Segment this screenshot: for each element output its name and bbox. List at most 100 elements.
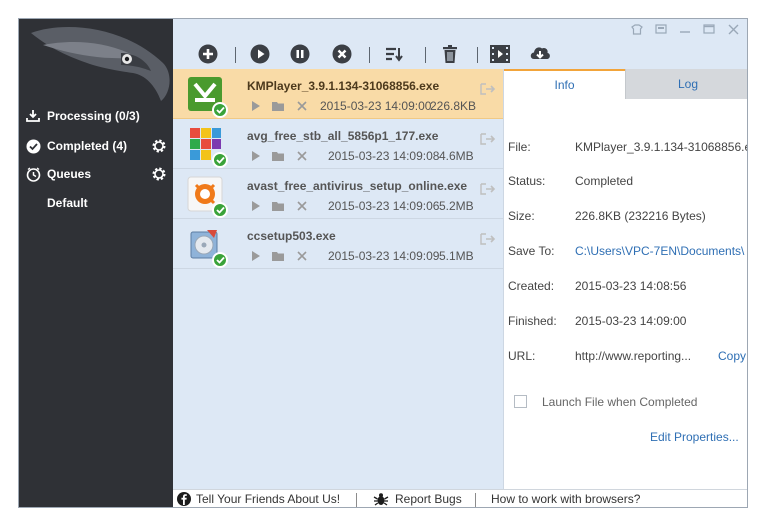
open-folder-icon[interactable] [271,100,285,112]
cloud-download-button[interactable] [529,43,551,65]
size-value: 226.8KB (232216 Bytes) [575,209,706,223]
status-bar: Tell Your Friends About Us! Report Bugs … [173,489,747,507]
skin-icon[interactable] [627,21,647,37]
open-folder-icon[interactable] [271,200,285,212]
file-size: 5.2MB [439,199,474,213]
toolbar-divider [369,47,370,63]
download-list: KMPlayer_3.9.1.134-31068856.exe 2015-03-… [173,69,503,489]
play-file-icon[interactable] [249,200,263,212]
add-download-button[interactable] [197,43,219,65]
remove-icon[interactable] [295,100,309,112]
sidebar-item-label: Completed (4) [47,139,128,153]
tab-info[interactable]: Info [504,69,625,99]
completed-check-icon [212,152,228,168]
statusbar-divider [475,493,476,507]
remove-icon[interactable] [295,250,309,262]
file-size: 226.8KB [430,99,477,113]
media-button[interactable] [489,43,511,65]
main-area: KMPlayer_3.9.1.134-31068856.exe 2015-03-… [173,19,747,507]
file-size: 4.6MB [439,149,474,163]
details-panel: Info Log File: KMPlayer_3.9.1.134-310688… [503,69,747,489]
open-file-icon[interactable] [480,183,496,195]
copy-url-link[interactable]: Copy [718,349,746,363]
delete-button[interactable] [439,43,461,65]
remove-icon[interactable] [295,150,309,162]
launch-file-label: Launch File when Completed [542,395,698,409]
open-file-icon[interactable] [480,83,496,95]
tell-friends-label: Tell Your Friends About Us! [196,492,341,506]
sidebar: Processing (0/3) Completed (4) Queues De… [19,19,173,507]
tell-friends-link[interactable]: Tell Your Friends About Us! [177,492,340,506]
file-date: 2015-03-23 14:09:08 [328,149,440,163]
sidebar-item-default-queue[interactable]: Default [47,192,88,214]
status-label: Status: [508,174,546,188]
download-row[interactable]: ccsetup503.exe 2015-03-23 14:09:09 5.1MB [173,219,503,269]
file-name: ccsetup503.exe [247,229,336,243]
delete-icon [443,45,457,63]
edit-properties-link[interactable]: Edit Properties... [650,430,739,444]
open-file-icon[interactable] [480,133,496,145]
download-row[interactable]: KMPlayer_3.9.1.134-31068856.exe 2015-03-… [173,69,503,119]
file-value: KMPlayer_3.9.1.134-31068856.exe [575,140,747,154]
sidebar-item-processing[interactable]: Processing (0/3) [25,105,140,127]
file-name: KMPlayer_3.9.1.134-31068856.exe [247,79,440,93]
download-row[interactable]: avast_free_antivirus_setup_online.exe 20… [173,169,503,219]
sidebar-item-completed[interactable]: Completed (4) [25,135,127,157]
browsers-help-link[interactable]: How to work with browsers? [491,492,640,506]
browsers-help-label: How to work with browsers? [491,492,641,506]
url-label: URL: [508,349,536,363]
play-file-icon[interactable] [249,250,263,262]
save-to-link[interactable]: C:\Users\VPC-7EN\Documents\ [575,244,747,258]
file-size: 5.1MB [439,249,474,263]
minimize-icon[interactable] [675,21,695,37]
sidebar-item-label: Queues [47,167,92,181]
stop-button[interactable] [331,43,353,65]
file-date: 2015-03-23 14:09:09 [328,249,440,263]
play-file-icon[interactable] [249,100,263,112]
url-value: http://www.reporting... [575,349,692,363]
add-icon [198,44,218,64]
bug-icon [373,493,389,506]
save-to-label: Save To: [508,244,555,258]
file-label: File: [508,140,531,154]
toolbar-divider [425,47,426,63]
created-label: Created: [508,279,555,293]
open-file-icon[interactable] [480,233,496,245]
completed-settings-gear-icon[interactable] [151,138,167,154]
report-bugs-link[interactable]: Report Bugs [373,492,462,506]
toolbar-divider [235,47,236,63]
start-button[interactable] [249,43,271,65]
sort-button[interactable] [383,43,405,65]
stop-icon [332,44,352,64]
sidebar-item-queues[interactable]: Queues [25,163,91,185]
file-name: avast_free_antivirus_setup_online.exe [247,179,468,193]
maximize-icon[interactable] [699,21,719,37]
open-folder-icon[interactable] [271,250,285,262]
close-icon[interactable] [723,21,743,37]
sort-icon [386,47,403,62]
eagle-logo [31,26,170,101]
open-folder-icon[interactable] [271,150,285,162]
file-name: avg_free_stb_all_5856p1_177.exe [247,129,439,143]
clock-icon [25,166,41,182]
play-file-icon[interactable] [249,150,263,162]
statusbar-divider [356,493,357,507]
remove-icon[interactable] [295,200,309,212]
launch-file-checkbox[interactable] [514,395,527,408]
download-tray-icon [25,108,41,124]
sidebar-item-label: Processing (0/3) [47,109,140,123]
tab-log[interactable]: Log [625,69,747,99]
created-value: 2015-03-23 14:08:56 [575,279,687,293]
completed-check-icon [212,102,228,118]
compact-icon[interactable] [651,21,671,37]
app-window: Processing (0/3) Completed (4) Queues De… [18,18,748,508]
finished-value: 2015-03-23 14:09:00 [575,314,687,328]
check-circle-icon [25,138,41,154]
download-row[interactable]: avg_free_stb_all_5856p1_177.exe 2015-03-… [173,119,503,169]
size-label: Size: [508,209,535,223]
completed-check-icon [212,252,228,268]
queues-settings-gear-icon[interactable] [151,166,167,182]
file-date: 2015-03-23 14:09:00 [320,99,432,113]
pause-icon [290,44,310,64]
pause-button[interactable] [289,43,311,65]
